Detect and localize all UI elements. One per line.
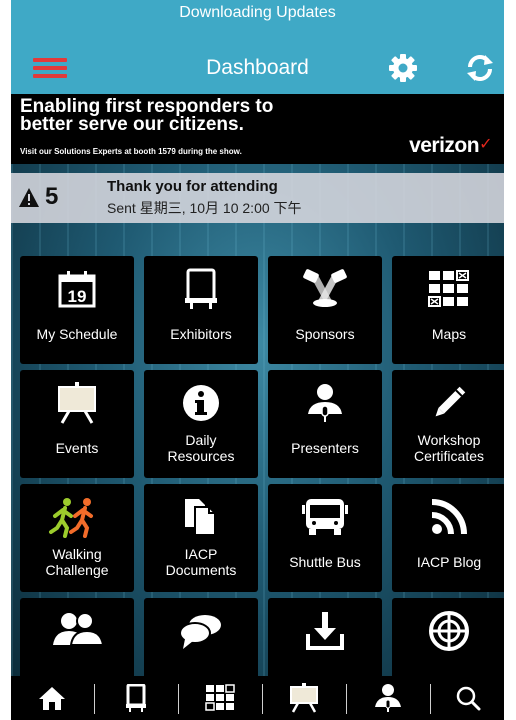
- verizon-logo: verizon✓: [409, 134, 492, 157]
- tile-my-schedule[interactable]: 19 My Schedule: [20, 256, 134, 364]
- walkers-icon: [20, 496, 134, 538]
- tile-label: Maps: [431, 326, 467, 342]
- tile-label: Daily Resources: [167, 432, 235, 464]
- tab-home[interactable]: [11, 676, 93, 720]
- pen-icon: [392, 382, 504, 424]
- tile-label: Presenters: [291, 440, 359, 456]
- tile-label: Shuttle Bus: [289, 554, 361, 570]
- tile-label: My Schedule: [36, 326, 118, 342]
- gear-icon[interactable]: [387, 52, 419, 84]
- presenter-icon: [375, 684, 401, 712]
- banner-subline: Visit our Solutions Experts at booth 157…: [20, 147, 242, 156]
- tile-label: IACP Documents: [165, 546, 237, 578]
- documents-icon: [144, 496, 258, 538]
- map-grid-icon: [205, 684, 235, 711]
- sponsor-banner[interactable]: Enabling first responders to better serv…: [11, 94, 504, 164]
- app-screen: Downloading Updates Dashboard Enabling f…: [11, 0, 504, 720]
- tile-iacp-blog[interactable]: IACP Blog: [392, 484, 504, 592]
- tile-shuttle-bus[interactable]: Shuttle Bus: [268, 484, 382, 592]
- tab-exhibitors[interactable]: [95, 676, 177, 720]
- search-icon: [456, 686, 480, 711]
- svg-text:19: 19: [68, 287, 87, 306]
- tile-walking-challenge[interactable]: Walking Challenge: [20, 484, 134, 592]
- info-icon: [144, 382, 258, 424]
- tile-maps[interactable]: Maps: [392, 256, 504, 364]
- presenter-icon: [268, 382, 382, 424]
- tile-events[interactable]: Events: [20, 370, 134, 478]
- bottom-tab-bar: [11, 676, 504, 720]
- tile-exhibitors[interactable]: Exhibitors: [144, 256, 258, 364]
- tile-daily-resources[interactable]: Daily Resources: [144, 370, 258, 478]
- calendar-icon: 19: [20, 268, 134, 310]
- bus-icon: [268, 496, 382, 538]
- tile-presenters[interactable]: Presenters: [268, 370, 382, 478]
- announcement-title: Thank you for attending: [107, 178, 278, 195]
- top-navbar: Dashboard: [11, 40, 504, 94]
- tile-label: Events: [55, 440, 99, 456]
- people-icon: [20, 610, 134, 652]
- alert-icon: [19, 188, 39, 207]
- target-icon: [392, 610, 504, 652]
- announcement-timestamp: Sent 星期三, 10月 10 2:00 下午: [107, 200, 302, 216]
- booth-icon: [144, 268, 258, 310]
- chat-icon: [144, 610, 258, 652]
- tile-iacp-documents[interactable]: IACP Documents: [144, 484, 258, 592]
- tab-presenters[interactable]: [347, 676, 429, 720]
- tile-workshop-certificates[interactable]: Workshop Certificates: [392, 370, 504, 478]
- alert-count: 5: [45, 183, 59, 210]
- spotlight-icon: [268, 268, 382, 310]
- easel-icon: [290, 683, 318, 713]
- tile-label: Exhibitors: [170, 326, 232, 342]
- page-title: Dashboard: [206, 56, 309, 79]
- booth-icon: [126, 684, 146, 712]
- tile-label: Sponsors: [295, 326, 355, 342]
- tab-maps[interactable]: [179, 676, 261, 720]
- sync-icon[interactable]: [464, 52, 496, 84]
- announcement-bar[interactable]: 5 Thank you for attending Sent 星期三, 10月 …: [11, 173, 504, 223]
- easel-icon: [20, 382, 134, 424]
- download-status-text: Downloading Updates: [179, 4, 336, 21]
- banner-headline: Enabling first responders to better serv…: [20, 96, 274, 135]
- map-grid-icon: [392, 268, 504, 310]
- tab-events[interactable]: [263, 676, 345, 720]
- tile-label: Walking Challenge: [45, 546, 109, 578]
- download-icon: [268, 610, 382, 652]
- download-status: Downloading Updates: [11, 0, 504, 40]
- tab-search[interactable]: [431, 676, 504, 720]
- tile-label: IACP Blog: [416, 554, 482, 570]
- tile-label: Workshop Certificates: [413, 432, 485, 464]
- home-icon: [39, 687, 65, 710]
- tile-sponsors[interactable]: Sponsors: [268, 256, 382, 364]
- rss-icon: [392, 496, 504, 538]
